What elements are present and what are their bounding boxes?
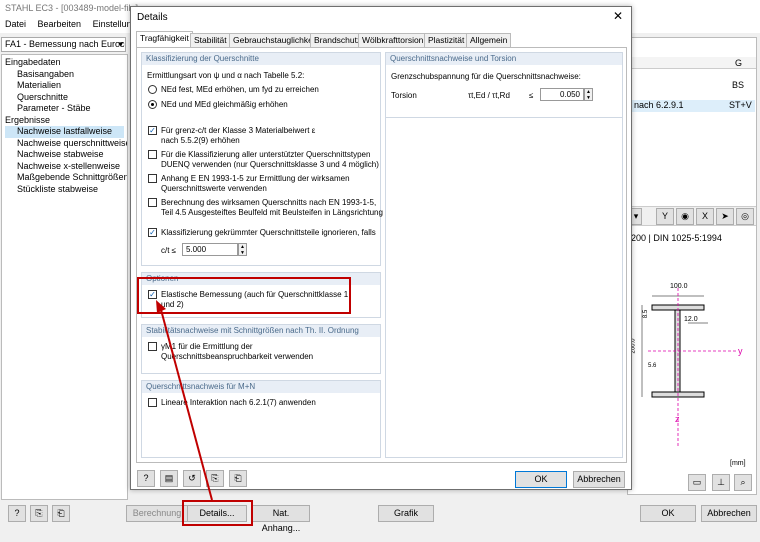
- annotation-arrow: [156, 300, 213, 501]
